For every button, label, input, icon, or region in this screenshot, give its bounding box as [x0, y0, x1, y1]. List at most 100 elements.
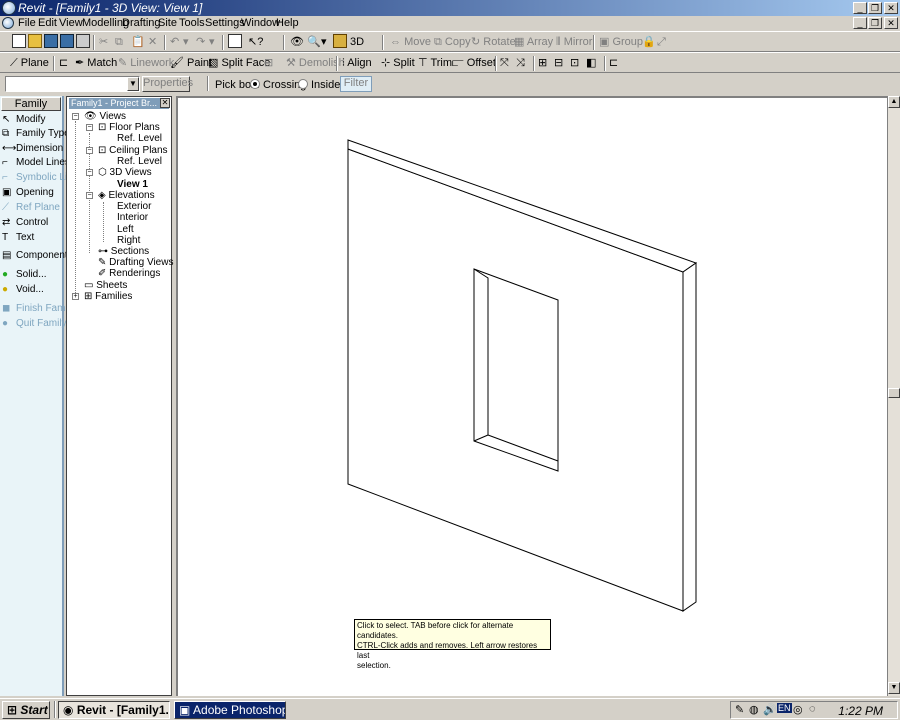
undo-list-icon[interactable]: ▾ [183, 34, 189, 51]
close-button[interactable]: ✕ [884, 2, 898, 14]
linework-button[interactable]: ✎ Linework [118, 55, 174, 72]
design-bar-item-3[interactable]: ⌐ Model Lines [2, 156, 70, 170]
type-selector-dropdown[interactable]: ▼ [5, 76, 140, 92]
ceiling-plans-collapse-toggle[interactable]: − [86, 147, 93, 154]
eye-view-icon[interactable]: 👁 [290, 34, 304, 51]
scroll-thumb[interactable] [888, 388, 900, 398]
lock-icon[interactable]: 🔒 [642, 34, 656, 51]
close-icon[interactable]: ✕ [160, 98, 170, 108]
menu-tools[interactable]: Tools [179, 17, 205, 29]
3d-view-canvas[interactable] [176, 96, 888, 696]
3d-views-collapse-toggle[interactable]: − [86, 169, 93, 176]
taskbar-photoshop[interactable]: ▣ Adobe Photoshop [174, 701, 286, 719]
array-button[interactable]: ▦ Array [514, 34, 553, 51]
paste-icon[interactable]: 📋 [131, 34, 145, 51]
paint-button[interactable]: 🖌 Paint [170, 55, 212, 72]
new-icon[interactable] [12, 34, 29, 51]
rotate-button[interactable]: ↻ Rotate [471, 34, 516, 51]
revit-app-icon[interactable] [2, 1, 16, 15]
open-icon[interactable] [28, 34, 45, 51]
whats-this-help-icon[interactable]: ↖? [248, 34, 263, 51]
tree-ceiling-plans[interactable]: ⊡ Ceiling Plans [98, 145, 168, 156]
menu-file[interactable]: File [18, 17, 36, 29]
delete-icon[interactable]: ✕ [148, 34, 157, 51]
tree-elevations[interactable]: ◈ Elevations [98, 190, 155, 201]
window-tile-icon[interactable] [228, 34, 245, 51]
language-indicator[interactable]: EN [777, 703, 792, 713]
split-button[interactable]: ⊹ Split [381, 55, 415, 72]
tree-sheets[interactable]: ▭ Sheets [84, 280, 127, 291]
redo-icon[interactable]: ↷ [196, 34, 205, 51]
tree-left[interactable]: Left [117, 224, 134, 235]
undo-icon[interactable]: ↶ [170, 34, 179, 51]
split-face-button[interactable]: ▧ Split Face [208, 55, 270, 72]
tree-ceiling-ref-level[interactable]: Ref. Level [117, 156, 162, 167]
disallow-join-icon[interactable]: ⤨ [516, 55, 525, 72]
scroll-down-icon[interactable]: ▼ [888, 682, 900, 694]
mdi-minimize-button[interactable]: _ [853, 17, 867, 29]
design-bar-item-10[interactable]: ● Solid... [2, 268, 47, 282]
menu-site[interactable]: Site [158, 17, 177, 29]
start-button[interactable]: ⊞ Start [2, 701, 50, 719]
menu-window[interactable]: Window [241, 17, 280, 29]
taskbar-revit[interactable]: ◉ Revit - [Family1... [58, 701, 170, 719]
floor-plans-collapse-toggle[interactable]: − [86, 124, 93, 131]
properties-button[interactable]: Properties [142, 76, 193, 92]
dimension-edit-icon[interactable]: ⊟ [554, 55, 563, 72]
vertical-scrollbar[interactable]: ▲ ▼ [887, 96, 900, 696]
pin-icon[interactable]: ⤢ [657, 34, 666, 51]
lock-dim-icon[interactable]: ⊡ [570, 55, 579, 72]
tree-views[interactable]: 👁 Views [84, 111, 126, 122]
move-button[interactable]: ⇔ Move [390, 34, 431, 51]
lines-pattern-icon[interactable]: ⊏ [609, 55, 618, 72]
menu-drafting[interactable]: Drafting [122, 17, 161, 29]
tree-floor-ref-level[interactable]: Ref. Level [117, 133, 162, 144]
families-expand-toggle[interactable]: + [72, 293, 79, 300]
offset-button[interactable]: ⫍ Offset [452, 55, 496, 72]
zoom-menu-icon[interactable]: ▾ [321, 34, 327, 51]
tree-3d-views[interactable]: ⬡ 3D Views [98, 167, 152, 178]
print-icon[interactable] [76, 34, 93, 51]
tray-app-icon[interactable]: ◌ [809, 703, 816, 715]
wall-with-opening-model[interactable] [178, 98, 888, 696]
mdi-close-button[interactable]: ✕ [884, 17, 898, 29]
views-collapse-toggle[interactable]: − [72, 113, 79, 120]
document-icon[interactable] [2, 17, 14, 29]
join-icon[interactable]: ⊟ [264, 55, 273, 72]
chevron-down-icon[interactable]: ▼ [127, 77, 139, 91]
tree-families[interactable]: ⊞ Families [84, 291, 132, 302]
mirror-button[interactable]: ⫴ Mirror [556, 34, 592, 51]
design-bar-item-8[interactable]: T Text [2, 231, 34, 245]
tree-interior[interactable]: Interior [117, 212, 148, 223]
elevations-collapse-toggle[interactable]: − [86, 192, 93, 199]
design-bar-tab-family[interactable]: Family [1, 97, 61, 111]
design-bar-item-2[interactable]: ⟷Dimension [2, 142, 63, 156]
menu-edit[interactable]: Edit [38, 17, 57, 29]
design-bar-item-0[interactable]: ↖ Modify [2, 113, 45, 127]
tree-floor-plans[interactable]: ⊡ Floor Plans [98, 122, 160, 133]
tree-right[interactable]: Right [117, 235, 140, 246]
tree-drafting-views[interactable]: ✎ Drafting Views [98, 257, 173, 268]
dimension-string-icon[interactable]: ⊞ [538, 55, 547, 72]
3d-view-button[interactable]: 3D [333, 34, 364, 51]
wall-join-icon[interactable]: ⤧ [500, 55, 509, 72]
scroll-up-icon[interactable]: ▲ [888, 96, 900, 108]
design-bar-item-7[interactable]: ⇄ Control [2, 216, 48, 230]
restore-button[interactable]: ❐ [868, 2, 882, 14]
tree-view-1[interactable]: View 1 [117, 179, 148, 190]
design-bar-item-5[interactable]: ▣ Opening [2, 186, 54, 200]
tree-sections[interactable]: ⊶ Sections [98, 246, 149, 257]
design-bar-item-12[interactable]: ◼ Finish Family [2, 302, 75, 316]
mirror-pick-icon[interactable]: ⊏ [59, 55, 68, 72]
cut-icon[interactable]: ✂ [99, 34, 108, 51]
inside-radio[interactable]: Inside [298, 79, 340, 91]
tray-volume-icon[interactable]: 🔊 [763, 703, 777, 716]
design-bar-item-13[interactable]: ● Quit Family [2, 317, 67, 331]
hide-element-icon[interactable]: ◧ [586, 55, 596, 72]
group-button[interactable]: ▣ Group [599, 34, 643, 51]
minimize-button[interactable]: _ [853, 2, 867, 14]
mdi-restore-button[interactable]: ❐ [868, 17, 882, 29]
redo-list-icon[interactable]: ▾ [209, 34, 215, 51]
trim-button[interactable]: ⊤ Trim [418, 55, 452, 72]
align-button[interactable]: ⫶ Align [342, 55, 372, 72]
